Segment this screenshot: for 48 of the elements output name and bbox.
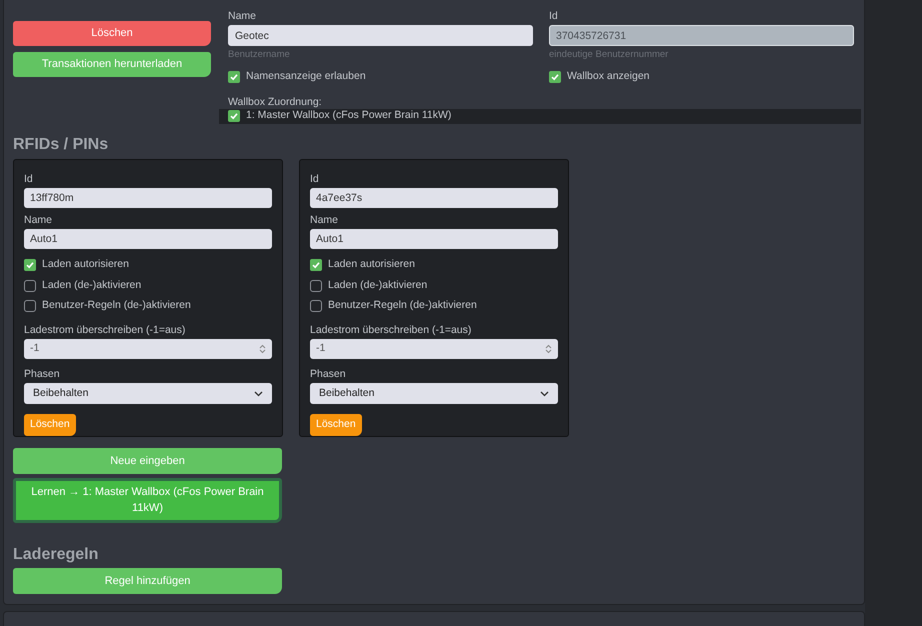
phases-dropdown[interactable]: Beibehalten — [24, 383, 272, 404]
delete-button[interactable]: Löschen — [13, 21, 211, 46]
checkbox-label: Benutzer-Regeln (de-)aktivieren — [328, 298, 477, 314]
id-field[interactable]: 13ff780m — [24, 188, 272, 208]
phases-dropdown[interactable]: Beibehalten — [310, 383, 558, 404]
field-label: Phasen — [310, 367, 347, 382]
name-field[interactable]: Geotec — [228, 25, 533, 46]
field-label: Id — [310, 172, 320, 187]
spinner-icon[interactable] — [259, 344, 266, 354]
field-label: Ladestrom überschreiben (-1=aus) — [24, 323, 186, 338]
checkbox-label: Namensanzeige erlauben — [246, 69, 366, 84]
field-hint: eindeutige Benutzernummer — [549, 48, 670, 62]
checkbox[interactable] — [310, 258, 322, 271]
id-field[interactable]: 4a7ee37s — [310, 188, 558, 208]
chevron-icon — [540, 390, 549, 397]
chevron-icon — [254, 390, 263, 397]
id-field: 370435726731 — [549, 25, 854, 46]
number-field[interactable]: -1 — [24, 338, 272, 360]
name-field[interactable]: Auto1 — [310, 228, 558, 249]
field-label: Name — [24, 212, 54, 228]
checkbox-label: Laden autorisieren — [328, 256, 415, 272]
checkbox[interactable] — [310, 280, 322, 292]
checkbox[interactable] — [228, 70, 240, 83]
name-field[interactable]: Auto1 — [24, 228, 272, 249]
checkbox-label: Laden (de-)aktivieren — [328, 278, 428, 293]
checkbox-label: Laden autorisieren — [42, 256, 129, 272]
checkbox[interactable] — [24, 280, 36, 292]
checkbox-label: Wallbox anzeigen — [567, 69, 650, 84]
checkbox[interactable] — [24, 258, 36, 271]
field-label: Phasen — [24, 367, 61, 382]
field-label: Name — [228, 9, 258, 24]
field-label: Id — [24, 172, 34, 187]
field-label: Name — [310, 212, 340, 228]
field-label: Id — [549, 9, 559, 24]
number-field[interactable]: -1 — [310, 338, 558, 360]
checkbox[interactable] — [310, 300, 322, 312]
checkbox[interactable] — [24, 300, 36, 312]
field-label: Ladestrom überschreiben (-1=aus) — [310, 323, 472, 338]
checkbox[interactable] — [228, 110, 240, 122]
spinner-icon[interactable] — [545, 344, 552, 354]
checkbox-label: 1: Master Wallbox (cFos Power Brain 11kW) — [246, 108, 452, 124]
wallbox-row[interactable]: 1: Master Wallbox (cFos Power Brain 11kW) — [219, 108, 861, 124]
checkbox-label: Benutzer-Regeln (de-)aktivieren — [42, 298, 191, 314]
section-heading: RFIDs / PINs — [13, 134, 110, 155]
field-hint: Benutzername — [228, 48, 291, 62]
section-label: Wallbox Zuordnung: — [228, 94, 323, 109]
section-heading: Laderegeln — [13, 544, 100, 565]
checkbox-label: Laden (de-)aktivieren — [42, 278, 142, 293]
